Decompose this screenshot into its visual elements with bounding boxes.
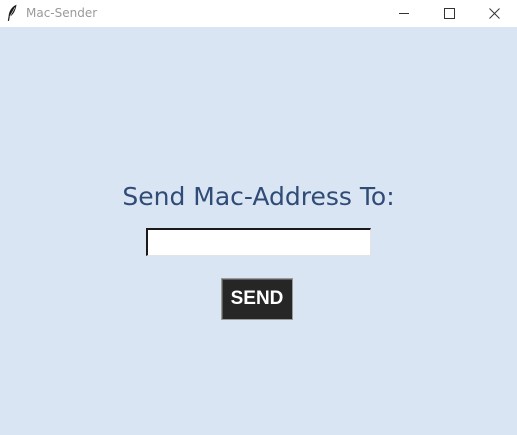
window-title: Mac-Sender (26, 6, 98, 20)
app-window: Mac-Sender Send Mac-Address To: SEND (0, 0, 517, 435)
close-button[interactable] (472, 0, 517, 27)
send-button[interactable]: SEND (221, 278, 293, 320)
maximize-button[interactable] (427, 0, 472, 27)
page-heading: Send Mac-Address To: (122, 182, 395, 211)
minimize-icon (399, 4, 410, 23)
title-bar[interactable]: Mac-Sender (0, 0, 517, 27)
maximize-icon (444, 4, 455, 23)
address-input[interactable] (146, 228, 371, 256)
minimize-button[interactable] (382, 0, 427, 27)
feather-icon (6, 4, 18, 22)
close-icon (489, 4, 500, 23)
